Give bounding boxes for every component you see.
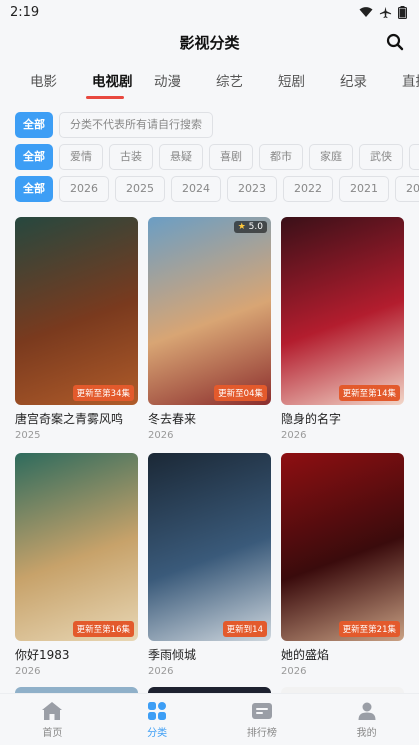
- show-year: 2026: [281, 430, 307, 441]
- year-chip[interactable]: 2023: [227, 176, 277, 202]
- filter-row-year: 全部 2026 2025 2024 2023 2022 2021 2020: [0, 176, 419, 202]
- genre-chip[interactable]: 喜剧: [209, 144, 253, 170]
- nav-category[interactable]: 分类: [105, 694, 210, 745]
- genre-chip[interactable]: 悬疑: [159, 144, 203, 170]
- show-poster[interactable]: ★ 5.0 更新至04集: [148, 217, 271, 405]
- show-card[interactable]: ★ 5.0 更新至04集 冬去春来 2026: [148, 217, 271, 453]
- show-card[interactable]: 更新到14 季雨倾城 2026: [148, 453, 271, 689]
- nav-label: 我的: [356, 728, 377, 739]
- tab-short-drama[interactable]: 短剧: [270, 70, 332, 90]
- genre-chip[interactable]: 家庭: [309, 144, 353, 170]
- show-grid: 更新至第34集 唐宫奇案之青雾风鸣 2025 ★ 5.0 更新至04集 冬去春来…: [0, 217, 419, 689]
- wifi-icon: [359, 7, 373, 17]
- tab-anime[interactable]: 动漫: [146, 70, 208, 90]
- show-poster[interactable]: 更新至第14集: [281, 217, 404, 405]
- show-card[interactable]: 更新至第34集 唐宫奇案之青雾风鸣 2025: [15, 217, 138, 453]
- show-title[interactable]: 冬去春来: [148, 410, 271, 427]
- show-year: 2026: [148, 430, 174, 441]
- status-bar: 2:19: [0, 0, 419, 24]
- show-title[interactable]: 你好1983: [15, 646, 138, 663]
- update-badge: 更新到14: [222, 621, 267, 637]
- category-tabs: 电影 电视剧 动漫 综艺 短剧 纪录 直播: [0, 58, 419, 102]
- show-title[interactable]: 唐宫奇案之青雾风鸣: [15, 410, 138, 427]
- genre-chip[interactable]: 爱情: [59, 144, 103, 170]
- home-icon: [42, 702, 63, 720]
- update-badge: 更新至第34集: [72, 385, 134, 401]
- year-chip[interactable]: 2026: [59, 176, 109, 202]
- nav-label: 排行榜: [246, 728, 277, 739]
- user-icon: [358, 702, 376, 720]
- status-time: 2:19: [10, 4, 40, 20]
- page-title: 影视分类: [179, 33, 240, 52]
- show-year: 2026: [15, 666, 41, 677]
- ranking-icon: [251, 703, 272, 719]
- year-chip[interactable]: 2024: [171, 176, 221, 202]
- update-badge: 更新至第16集: [72, 621, 134, 637]
- genre-all-chip[interactable]: 全部: [15, 144, 53, 170]
- search-icon[interactable]: [385, 32, 405, 52]
- year-chip[interactable]: 2021: [339, 176, 389, 202]
- show-poster[interactable]: 更新至第21集: [281, 453, 404, 641]
- airplane-icon: [379, 6, 392, 18]
- rating-value: 5.0: [248, 222, 263, 232]
- title-bar: 影视分类: [0, 26, 419, 58]
- show-card[interactable]: 更新至第16集 你好1983 2026: [15, 453, 138, 689]
- show-year: 2025: [15, 430, 41, 441]
- nav-label: 首页: [42, 728, 63, 739]
- update-badge: 更新至04集: [214, 385, 267, 401]
- filter-all-chip[interactable]: 全部: [15, 112, 53, 138]
- star-icon: ★: [237, 222, 246, 232]
- active-tab-underline: [86, 96, 124, 99]
- show-card[interactable]: 更新至第14集 隐身的名字 2026: [281, 217, 404, 453]
- show-poster[interactable]: 更新到14: [148, 453, 271, 641]
- status-icons: [359, 5, 407, 19]
- show-title[interactable]: 隐身的名字: [281, 410, 404, 427]
- show-poster[interactable]: 更新至第16集: [15, 453, 138, 641]
- tab-live[interactable]: 直播: [394, 70, 419, 90]
- tab-movie[interactable]: 电影: [22, 70, 84, 90]
- show-poster[interactable]: 更新至第34集: [15, 217, 138, 405]
- show-year: 2026: [281, 666, 307, 677]
- filter-row-note: 全部 分类不代表所有请自行搜索: [0, 112, 419, 138]
- show-title[interactable]: 季雨倾城: [148, 646, 271, 663]
- filter-row-genre: 全部 爱情 古装 悬疑 喜剧 都市 家庭 武侠 奇幻: [0, 144, 419, 170]
- show-year: 2026: [148, 666, 174, 677]
- genre-chip[interactable]: 武侠: [359, 144, 403, 170]
- tab-variety[interactable]: 综艺: [208, 70, 270, 90]
- rating-badge: ★ 5.0: [233, 221, 267, 233]
- year-chip[interactable]: 2020: [395, 176, 419, 202]
- show-card[interactable]: 更新至第21集 她的盛焰 2026: [281, 453, 404, 689]
- tab-documentary[interactable]: 纪录: [332, 70, 394, 90]
- show-title[interactable]: 她的盛焰: [281, 646, 404, 663]
- grid-icon: [148, 702, 167, 720]
- update-badge: 更新至第21集: [338, 621, 400, 637]
- year-all-chip[interactable]: 全部: [15, 176, 53, 202]
- tab-tv-series[interactable]: 电视剧: [84, 70, 146, 99]
- filter-note-chip[interactable]: 分类不代表所有请自行搜索: [59, 112, 213, 138]
- year-chip[interactable]: 2022: [283, 176, 333, 202]
- genre-chip[interactable]: 奇幻: [409, 144, 419, 170]
- update-badge: 更新至第14集: [338, 385, 400, 401]
- nav-label: 分类: [147, 728, 168, 739]
- nav-ranking[interactable]: 排行榜: [210, 694, 315, 745]
- nav-mine[interactable]: 我的: [314, 694, 419, 745]
- battery-icon: [398, 5, 407, 19]
- year-chip[interactable]: 2025: [115, 176, 165, 202]
- nav-home[interactable]: 首页: [0, 694, 105, 745]
- genre-chip[interactable]: 古装: [109, 144, 153, 170]
- bottom-nav: 首页 分类 排行榜 我的: [0, 693, 419, 745]
- genre-chip[interactable]: 都市: [259, 144, 303, 170]
